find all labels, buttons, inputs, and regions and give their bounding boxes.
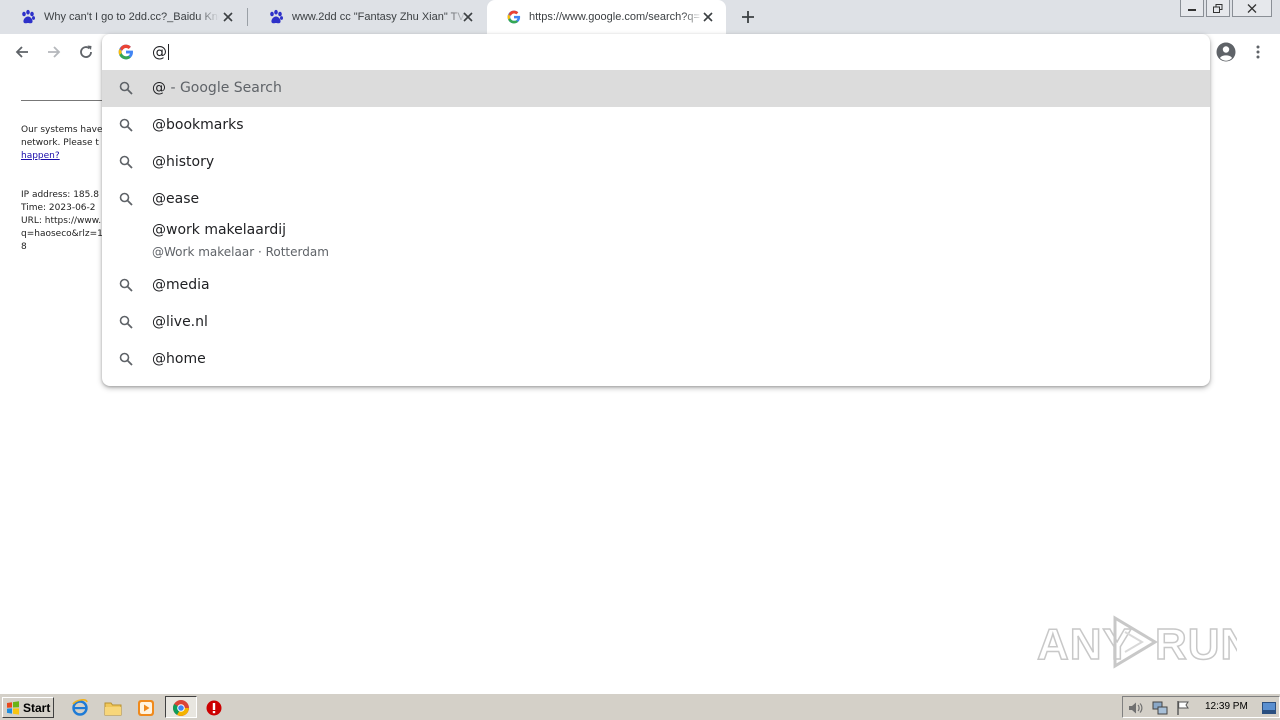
search-icon [119, 118, 133, 132]
suggestion-text: @live.nl [152, 314, 208, 330]
suggestion-text: @ease [152, 191, 200, 207]
suggestion-text: @work makelaardij [152, 222, 286, 238]
tab-title: Why can't I go to 2dd.cc?_Baidu Knows [44, 11, 219, 23]
page-ip-address: IP address: 185.8 [21, 190, 99, 200]
windows-flag-icon [7, 700, 19, 715]
file-explorer-folder-icon[interactable] [103, 698, 123, 718]
svg-text:RUN: RUN [1155, 620, 1237, 669]
svg-text:ANY: ANY [1037, 620, 1133, 669]
page-query: q=haoseco&rlz=1 [21, 229, 103, 239]
stop-alert-icon[interactable] [204, 698, 224, 718]
tab-close-icon[interactable] [700, 9, 716, 25]
profile-avatar-icon[interactable] [1214, 40, 1238, 64]
search-icon [119, 155, 133, 169]
internet-explorer-icon[interactable] [70, 698, 90, 718]
address-bar[interactable]: @ [102, 34, 1210, 70]
taskbar-clock[interactable]: 12:39 PM [1205, 701, 1248, 712]
show-desktop-icon[interactable] [1261, 700, 1277, 716]
minimize-icon[interactable] [1180, 0, 1204, 17]
suggestion-item[interactable]: @bookmarks [102, 107, 1210, 144]
back-arrow-icon[interactable] [10, 40, 34, 64]
omnibox-dropdown: @ @ - Google Search @bookmarks @history … [102, 34, 1210, 386]
kebab-menu-icon[interactable] [1248, 40, 1268, 64]
tab-title: https://www.google.com/search?q= [529, 11, 700, 23]
tab-close-icon[interactable] [220, 9, 236, 25]
search-icon [119, 192, 133, 206]
search-icon [119, 278, 133, 292]
page-time: Time: 2023-06-2 [21, 203, 96, 213]
speaker-volume-icon[interactable] [1127, 700, 1143, 716]
baidu-paw-icon [270, 9, 283, 24]
text-caret [168, 44, 169, 60]
start-label: Start [23, 700, 51, 715]
google-g-icon [118, 44, 133, 60]
suggestion-subtext: @Work makelaar · Rotterdam [152, 245, 329, 259]
chrome-icon[interactable] [171, 698, 191, 718]
suggestion-item[interactable]: @history [102, 144, 1210, 181]
system-tray: 12:39 PM [1122, 696, 1280, 718]
address-input-value: @ [152, 43, 167, 61]
page-divider [21, 100, 103, 101]
windows-taskbar: Start 12:39 PM [0, 693, 1280, 720]
tab-strip: Why can't I go to 2dd.cc?_Baidu Knows ww… [0, 0, 1280, 34]
suggestion-google-search[interactable]: @ - Google Search [102, 70, 1210, 107]
suggestion-text: @bookmarks [152, 117, 244, 133]
start-button[interactable]: Start [2, 697, 54, 718]
suggestion-text: @history [152, 154, 215, 170]
suggestion-text: @home [152, 351, 206, 367]
tab-google-search[interactable]: https://www.google.com/search?q= [487, 0, 726, 34]
search-icon [119, 352, 133, 366]
anyrun-watermark-logo: ANY RUN [1037, 615, 1237, 670]
restore-icon[interactable] [1206, 0, 1230, 17]
media-player-icon[interactable] [136, 698, 156, 718]
page-text-line: Our systems have [21, 125, 103, 135]
search-icon [119, 81, 133, 95]
window-controls [1180, 0, 1272, 17]
page-text-line: network. Please t [21, 138, 99, 148]
page-link[interactable]: happen? [21, 151, 60, 161]
google-g-icon [507, 10, 521, 24]
tab-close-icon[interactable] [460, 9, 476, 25]
search-icon [119, 315, 133, 329]
forward-arrow-icon[interactable] [42, 40, 66, 64]
new-tab-plus-icon[interactable] [737, 6, 759, 28]
suggestion-text: @ - Google Search [152, 80, 282, 96]
address-input[interactable]: @ [152, 43, 169, 61]
network-icon[interactable] [1152, 700, 1168, 716]
suggestion-item[interactable]: @live.nl [102, 304, 1210, 341]
suggestion-entity[interactable]: @work makelaardij @Work makelaar · Rotte… [102, 218, 1210, 266]
suggestion-item[interactable]: @media [102, 267, 1210, 304]
tab-baidu-knows[interactable]: Why can't I go to 2dd.cc?_Baidu Knows [0, 0, 246, 34]
tab-fantasy-zhu-xian[interactable]: www.2dd cc "Fantasy Zhu Xian" TV series [248, 0, 486, 34]
close-window-icon[interactable] [1232, 0, 1272, 17]
suggestion-text: @media [152, 277, 210, 293]
tab-title: www.2dd cc "Fantasy Zhu Xian" TV series [292, 11, 467, 23]
suggestion-item[interactable]: @ease [102, 181, 1210, 218]
page-url: URL: https://www. [21, 216, 102, 226]
suggestion-item[interactable]: @home [102, 341, 1210, 378]
baidu-paw-icon [22, 9, 35, 24]
page-text-line: 8 [21, 242, 27, 252]
action-center-flag-icon[interactable] [1175, 700, 1191, 716]
reload-icon[interactable] [74, 40, 98, 64]
